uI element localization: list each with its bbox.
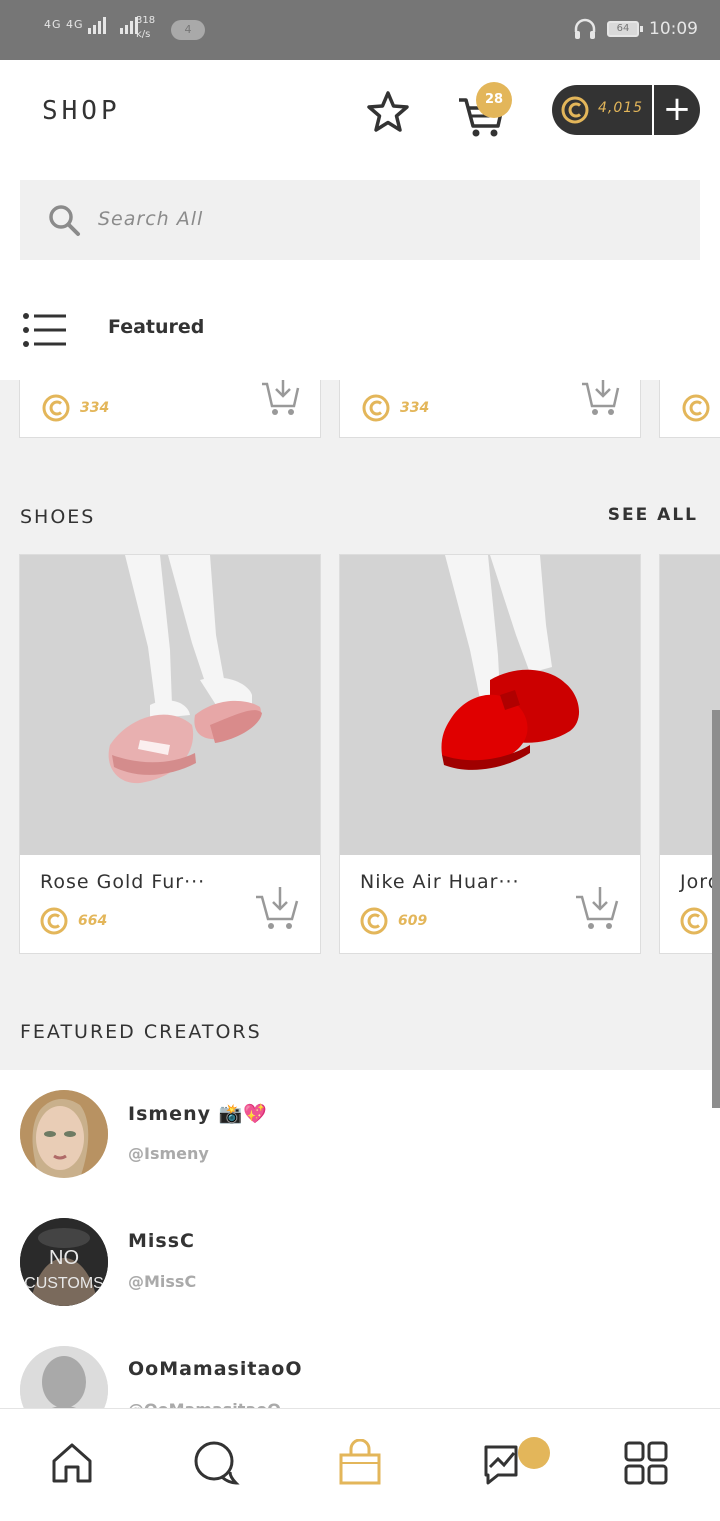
product-card[interactable]	[659, 380, 720, 438]
creator-name: MissC	[128, 1230, 195, 1252]
page-title: SHOP	[42, 96, 121, 126]
creator-item[interactable]: OoMamasitaoO @OoMamasitaoO	[0, 1346, 720, 1410]
product-image	[660, 555, 720, 855]
product-card[interactable]: 334	[19, 380, 321, 438]
avatar	[20, 1090, 108, 1178]
product-card[interactable]: 334	[339, 380, 641, 438]
creator-handle: @Ismeny	[128, 1144, 209, 1163]
avatar-text-customs: CUSTOMS	[24, 1275, 104, 1292]
product-card[interactable]: Nike Air Huar··· 609	[339, 554, 641, 954]
notification-count: 4	[171, 20, 205, 40]
avatar: NO CUSTOMS	[20, 1218, 108, 1306]
price	[682, 394, 720, 422]
creator-item[interactable]: Ismeny 📸💖 @Ismeny	[0, 1090, 720, 1200]
category-label[interactable]: Featured	[108, 316, 204, 338]
creator-name: Ismeny 📸💖	[128, 1103, 268, 1125]
avatar	[20, 1346, 108, 1410]
creator-handle: @MissC	[128, 1272, 197, 1291]
search-input[interactable]: Search All	[98, 208, 203, 230]
product-image	[340, 555, 640, 855]
scrollbar[interactable]	[712, 710, 720, 1108]
product-card[interactable]: Jord	[659, 554, 720, 954]
price: 334	[362, 394, 429, 422]
grid-icon[interactable]	[622, 1439, 670, 1487]
add-to-cart-icon[interactable]	[580, 380, 620, 418]
coin-amount: 4,015	[598, 100, 644, 116]
menu-list-icon[interactable]	[22, 310, 68, 350]
product-name: Nike Air Huar···	[360, 871, 520, 893]
network-indicator: 4G 4G	[44, 16, 148, 34]
search-bar[interactable]: Search All	[20, 180, 700, 260]
coin-icon	[682, 394, 710, 422]
headphones-icon	[574, 18, 596, 39]
creator-item[interactable]: NO CUSTOMS MissC @MissC	[0, 1218, 720, 1328]
see-all-button[interactable]: SEE ALL	[608, 505, 698, 525]
coin-icon	[362, 394, 390, 422]
home-icon[interactable]	[48, 1439, 96, 1487]
clock: 10:09	[649, 19, 698, 39]
shop-bag-icon[interactable]	[336, 1439, 384, 1487]
product-name: Rose Gold Fur···	[40, 871, 206, 893]
data-speed: 318 k/s	[136, 15, 156, 40]
search-icon	[49, 205, 80, 236]
coin-balance[interactable]: 4,015 +	[552, 85, 700, 135]
cart-count-badge: 28	[476, 82, 512, 118]
favorites-star-icon[interactable]	[366, 90, 410, 134]
add-to-cart-icon[interactable]	[254, 885, 300, 931]
add-coins-button[interactable]: +	[652, 85, 700, 135]
price: 334	[42, 394, 109, 422]
shop-header: SHOP 28 4,015 + Search All Featured	[0, 60, 720, 380]
product-image	[20, 555, 320, 855]
price: 609	[360, 907, 427, 935]
add-to-cart-icon[interactable]	[260, 380, 300, 418]
notification-dot	[518, 1437, 550, 1469]
avatar-text-no: NO	[49, 1247, 79, 1269]
creators-list: Ismeny 📸💖 @Ismeny NO CUSTOMS MissC @Miss…	[0, 1070, 720, 1410]
coin-icon	[42, 394, 70, 422]
coin-icon	[561, 96, 589, 124]
status-bar: 4G 4G 318 k/s 4 64 10:09	[0, 0, 720, 60]
coin-icon	[680, 907, 708, 935]
coin-icon	[360, 907, 388, 935]
section-title-featured-creators: FEATURED CREATORS	[20, 1021, 262, 1043]
price: 664	[40, 907, 107, 935]
bottom-nav	[0, 1408, 720, 1521]
section-title-shoes: SHOES	[20, 506, 96, 528]
chat-icon[interactable]	[192, 1439, 240, 1487]
product-card[interactable]: Rose Gold Fur··· 664	[19, 554, 321, 954]
add-to-cart-icon[interactable]	[574, 885, 620, 931]
category-row: Featured	[0, 300, 720, 380]
battery-indicator: 64	[607, 21, 643, 37]
creator-name: OoMamasitaoO	[128, 1358, 303, 1380]
coin-icon	[40, 907, 68, 935]
